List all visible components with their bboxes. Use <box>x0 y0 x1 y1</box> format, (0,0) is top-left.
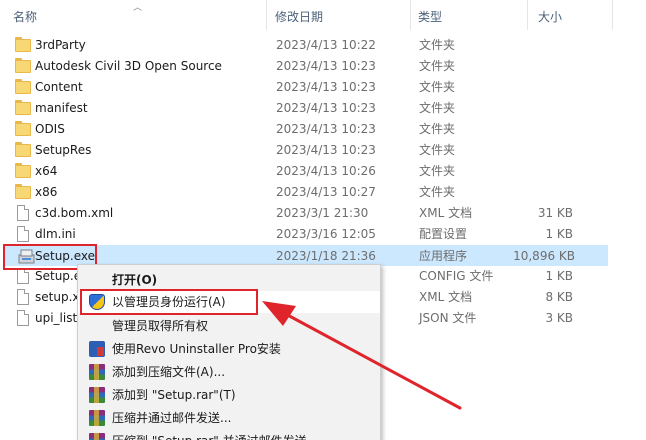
file-type: 文件夹 <box>419 164 456 178</box>
file-type: 文件夹 <box>419 38 456 52</box>
file-row[interactable]: ODIS 2023/4/13 10:23 文件夹 <box>0 119 610 140</box>
file-icon <box>17 310 29 326</box>
file-date: 2023/3/16 12:05 <box>276 227 376 241</box>
file-row[interactable]: manifest 2023/4/13 10:23 文件夹 <box>0 98 610 119</box>
file-size: 1 KB <box>545 269 573 283</box>
menu-item-revo-install[interactable]: 使用Revo Uninstaller Pro安装 <box>78 338 380 360</box>
menu-item-compress-and-email[interactable]: 压缩并通过邮件发送... <box>78 407 380 429</box>
file-date: 2023/4/13 10:22 <box>276 38 376 52</box>
file-row[interactable]: Autodesk Civil 3D Open Source 2023/4/13 … <box>0 56 610 77</box>
menu-item-add-to-setup-rar[interactable]: 添加到 "Setup.rar"(T) <box>78 384 380 406</box>
column-header: ︿ 名称 修改日期 类型 大小 <box>0 0 646 30</box>
file-size: 1 KB <box>545 227 573 241</box>
file-date: 2023/4/13 10:23 <box>276 122 376 136</box>
file-icon <box>17 205 29 221</box>
file-date: 2023/4/13 10:23 <box>276 143 376 157</box>
file-icon <box>17 289 29 305</box>
menu-item-add-to-archive[interactable]: 添加到压缩文件(A)... <box>78 361 380 383</box>
file-icon <box>17 268 29 284</box>
file-size: 3 KB <box>545 311 573 325</box>
header-size[interactable]: 大小 <box>525 0 615 30</box>
file-size: 8 KB <box>545 290 573 304</box>
folder-icon <box>15 79 31 94</box>
file-date: 2023/4/13 10:23 <box>276 59 376 73</box>
file-name: ODIS <box>35 122 65 136</box>
header-name[interactable]: 名称 <box>0 0 266 30</box>
file-row[interactable]: c3d.bom.xml 2023/3/1 21:30 XML 文档 31 KB <box>0 203 610 224</box>
winrar-icon <box>89 364 105 380</box>
file-type: 应用程序 <box>419 249 468 263</box>
header-type[interactable]: 类型 <box>405 0 527 30</box>
file-size: 10,896 KB <box>513 249 575 263</box>
file-name: setup.x <box>35 290 80 304</box>
file-date: 2023/4/13 10:23 <box>276 101 376 115</box>
folder-icon <box>15 184 31 199</box>
menu-item-take-ownership[interactable]: 管理员取得所有权 <box>78 315 380 337</box>
file-type: CONFIG 文件 <box>419 269 494 283</box>
file-type: 文件夹 <box>419 101 456 115</box>
settings-file-icon <box>17 226 29 242</box>
file-name: dlm.ini <box>35 227 76 241</box>
annotation-box-run-as-admin <box>80 289 258 315</box>
file-name: 3rdParty <box>35 38 86 52</box>
winrar-icon <box>89 410 105 426</box>
file-type: XML 文档 <box>419 290 473 304</box>
file-name: x64 <box>35 164 58 178</box>
file-type: 文件夹 <box>419 143 456 157</box>
file-name: c3d.bom.xml <box>35 206 114 220</box>
revo-uninstaller-icon <box>89 341 105 357</box>
file-name: Autodesk Civil 3D Open Source <box>35 59 222 73</box>
folder-icon <box>15 163 31 178</box>
file-row[interactable]: x64 2023/4/13 10:26 文件夹 <box>0 161 610 182</box>
folder-icon <box>15 100 31 115</box>
file-size: 31 KB <box>537 206 573 220</box>
menu-item-open[interactable]: 打开(O) <box>78 269 380 291</box>
file-name: SetupRes <box>35 143 92 157</box>
folder-icon <box>15 121 31 136</box>
file-type: JSON 文件 <box>419 311 477 325</box>
file-type: 文件夹 <box>419 122 456 136</box>
file-row[interactable]: 3rdParty 2023/4/13 10:22 文件夹 <box>0 35 610 56</box>
file-name: x86 <box>35 185 58 199</box>
file-date: 2023/4/13 10:23 <box>276 80 376 94</box>
file-name: Content <box>35 80 83 94</box>
file-date: 2023/4/13 10:27 <box>276 185 376 199</box>
file-type: 文件夹 <box>419 80 456 94</box>
file-row[interactable]: SetupRes 2023/4/13 10:23 文件夹 <box>0 140 610 161</box>
folder-icon <box>15 58 31 73</box>
file-name: upi_list. <box>35 311 81 325</box>
file-row[interactable]: dlm.ini 2023/3/16 12:05 配置设置 1 KB <box>0 224 610 245</box>
header-divider[interactable] <box>612 0 613 30</box>
file-row[interactable]: Content 2023/4/13 10:23 文件夹 <box>0 77 610 98</box>
winrar-icon <box>89 433 105 440</box>
winrar-icon <box>89 387 105 403</box>
file-row[interactable]: x86 2023/4/13 10:27 文件夹 <box>0 182 610 203</box>
folder-icon <box>15 142 31 157</box>
folder-icon <box>15 37 31 52</box>
menu-item-compress-to-setup-rar-email[interactable]: 压缩到 "Setup.rar" 并通过邮件发送 <box>78 430 380 440</box>
file-type: XML 文档 <box>419 206 473 220</box>
file-date: 2023/3/1 21:30 <box>276 206 369 220</box>
file-type: 文件夹 <box>419 185 456 199</box>
file-date: 2023/4/13 10:26 <box>276 164 376 178</box>
file-type: 文件夹 <box>419 59 456 73</box>
file-name: manifest <box>35 101 88 115</box>
file-type: 配置设置 <box>419 227 468 241</box>
header-date[interactable]: 修改日期 <box>262 0 407 30</box>
